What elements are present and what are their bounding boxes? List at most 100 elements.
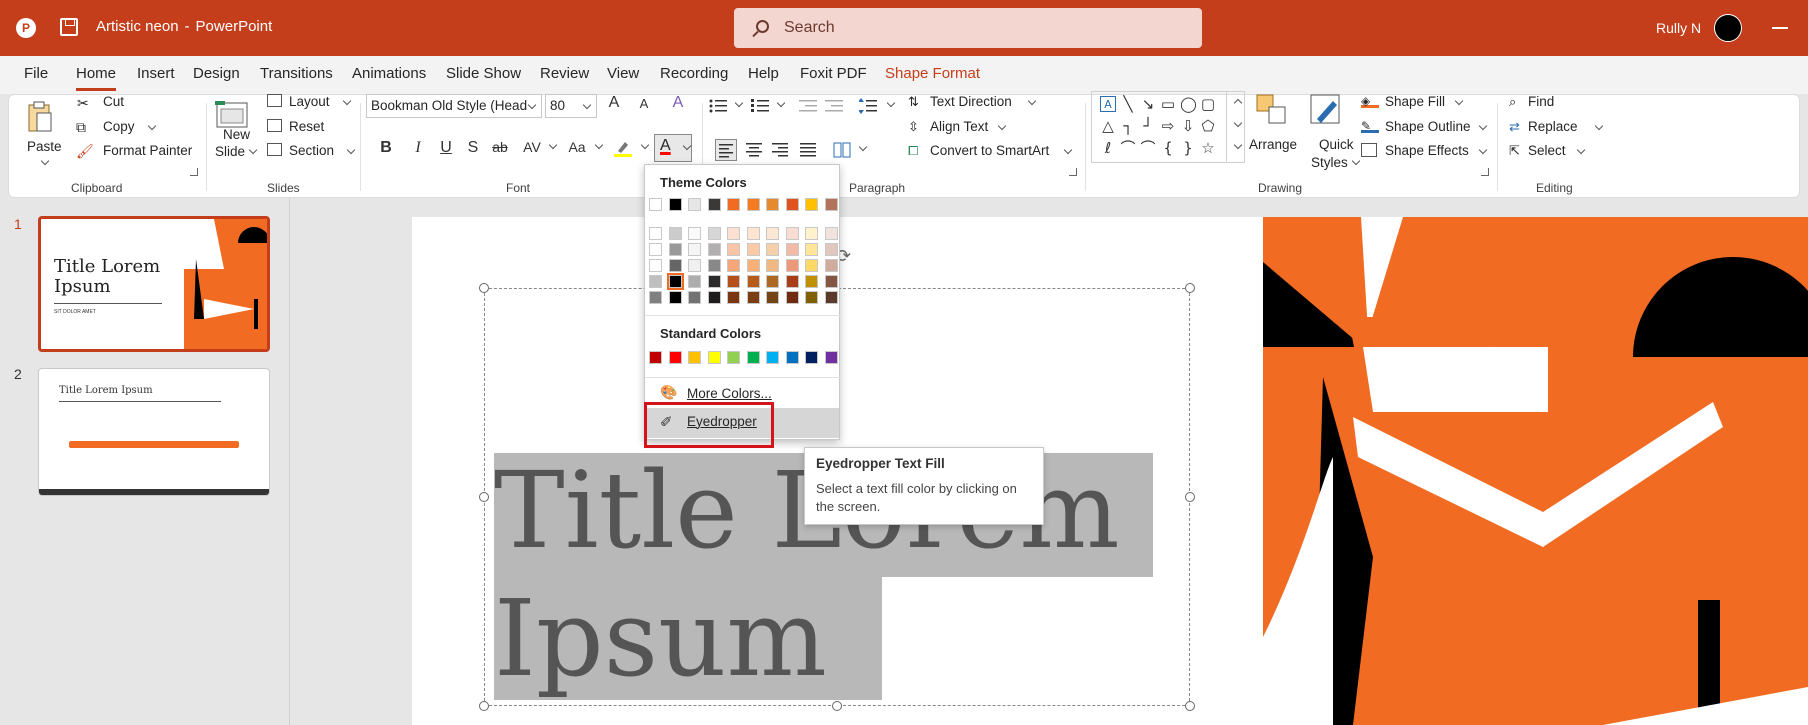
arrange-icon[interactable] — [1255, 93, 1289, 129]
standard-color-swatch[interactable] — [824, 351, 838, 364]
theme-color-tint-swatch[interactable] — [805, 259, 818, 272]
gallery-scroll[interactable] — [1226, 92, 1244, 162]
justify-icon[interactable] — [799, 141, 817, 159]
theme-color-tint-swatch[interactable] — [649, 275, 662, 288]
left-brace-shape-icon[interactable]: { — [1160, 140, 1176, 156]
arc-shape-icon[interactable]: ⌒ — [1120, 140, 1136, 156]
slide-thumbnail-1[interactable]: Title Lorem Ipsum SIT DOLOR AMET — [38, 216, 270, 352]
tab-transitions[interactable]: Transitions — [260, 65, 333, 82]
theme-color-tint-swatch[interactable] — [785, 227, 799, 240]
clear-formatting-icon[interactable]: A — [669, 94, 687, 112]
text-box-shape-icon[interactable]: A — [1100, 96, 1116, 112]
tab-animations[interactable]: Animations — [352, 65, 426, 82]
oval-shape-icon[interactable]: ◯ — [1180, 96, 1197, 112]
resize-handle[interactable] — [479, 283, 489, 293]
theme-color-tint-swatch[interactable] — [707, 259, 721, 272]
theme-color-tint-swatch[interactable] — [805, 291, 818, 304]
theme-color-tint-swatch[interactable] — [707, 243, 721, 256]
more-colors-item[interactable]: More Colors... — [687, 386, 772, 401]
theme-color-tint-swatch[interactable] — [785, 243, 799, 256]
new-slide-label-1[interactable]: New — [223, 127, 250, 142]
theme-color-tint-swatch[interactable] — [727, 291, 740, 304]
theme-color-tint-swatch[interactable] — [727, 243, 740, 256]
align-right-icon[interactable] — [771, 141, 789, 159]
tab-slide-show[interactable]: Slide Show — [446, 65, 521, 82]
theme-color-swatch[interactable] — [727, 198, 740, 211]
theme-color-tint-swatch[interactable] — [746, 259, 760, 272]
theme-color-tint-swatch[interactable] — [824, 227, 838, 240]
theme-color-tint-swatch[interactable] — [746, 243, 760, 256]
shapes-gallery[interactable]: A ╲ ↘ ▭ ◯ ▢ △ ┐ ┘ ⇨ ⇩ ⬠ ℓ ⌒ ⌒ { } ☆ — [1091, 91, 1245, 163]
theme-color-tint-swatch[interactable] — [766, 291, 779, 304]
theme-color-tint-swatch[interactable] — [824, 243, 838, 256]
paragraph-launcher-icon[interactable] — [1069, 168, 1077, 176]
bold-button[interactable]: B — [377, 139, 395, 157]
theme-color-tint-swatch[interactable] — [707, 275, 721, 288]
theme-color-tint-swatch[interactable] — [688, 275, 701, 288]
theme-color-tint-swatch[interactable] — [805, 243, 818, 256]
tab-help[interactable]: Help — [748, 65, 779, 82]
theme-color-tint-swatch[interactable] — [668, 243, 682, 256]
theme-color-tint-swatch[interactable] — [727, 227, 740, 240]
standard-color-swatch[interactable] — [805, 351, 818, 364]
tab-home[interactable]: Home — [76, 65, 117, 91]
down-arrow-shape-icon[interactable]: ⇩ — [1180, 118, 1196, 134]
minimize-icon[interactable] — [1772, 27, 1788, 29]
tab-insert[interactable]: Insert — [137, 65, 175, 82]
font-size-select[interactable]: 80 — [545, 94, 597, 118]
theme-color-tint-swatch[interactable] — [688, 227, 701, 240]
new-slide-button[interactable]: Slide — [215, 144, 258, 159]
theme-color-tint-swatch[interactable] — [668, 227, 682, 240]
align-center-icon[interactable] — [745, 141, 763, 159]
theme-color-tint-swatch[interactable] — [785, 291, 799, 304]
theme-color-swatch[interactable] — [688, 198, 701, 211]
theme-color-tint-swatch[interactable] — [824, 291, 838, 304]
resize-handle[interactable] — [1185, 701, 1195, 711]
theme-color-tint-swatch[interactable] — [688, 291, 701, 304]
standard-color-swatch[interactable] — [766, 351, 779, 364]
standard-color-swatch[interactable] — [746, 351, 760, 364]
arrange-button[interactable]: Arrange — [1249, 137, 1297, 152]
drawing-launcher-icon[interactable] — [1481, 168, 1489, 176]
elbow-connector-shape-icon[interactable]: ┐ — [1120, 118, 1136, 134]
tab-recording[interactable]: Recording — [660, 65, 728, 82]
arrow-line-shape-icon[interactable]: ↘ — [1140, 96, 1156, 112]
star-shape-icon[interactable]: ☆ — [1200, 140, 1216, 156]
search-box[interactable] — [734, 8, 1202, 48]
change-case-button[interactable]: Aa — [566, 139, 588, 155]
standard-color-swatch[interactable] — [688, 351, 701, 364]
line-spacing-icon[interactable] — [858, 98, 877, 116]
right-arrow-shape-icon[interactable]: ⇨ — [1160, 118, 1176, 134]
strikethrough-button[interactable]: ab — [491, 139, 509, 155]
theme-color-tint-swatch[interactable] — [649, 291, 662, 304]
slide-thumbnail-2[interactable]: Title Lorem Ipsum — [38, 368, 270, 496]
theme-color-tint-swatch[interactable] — [766, 259, 779, 272]
theme-color-tint-swatch[interactable] — [805, 275, 818, 288]
resize-handle[interactable] — [479, 701, 489, 711]
theme-color-tint-swatch[interactable] — [707, 291, 721, 304]
theme-color-tint-swatch[interactable] — [766, 275, 779, 288]
theme-color-tint-swatch[interactable] — [649, 259, 662, 272]
paste-icon[interactable] — [27, 101, 53, 135]
paste-dropdown[interactable] — [37, 155, 50, 170]
italic-button[interactable]: I — [409, 139, 427, 157]
rounded-rect-shape-icon[interactable]: ▢ — [1200, 96, 1216, 112]
theme-color-tint-swatch[interactable] — [785, 259, 799, 272]
theme-color-swatch[interactable] — [824, 198, 838, 211]
standard-color-swatch[interactable] — [668, 351, 682, 364]
line-shape-icon[interactable]: ╲ — [1120, 96, 1136, 112]
theme-color-swatch[interactable] — [766, 198, 779, 211]
resize-handle[interactable] — [479, 492, 489, 502]
resize-handle[interactable] — [832, 701, 842, 711]
save-icon[interactable] — [60, 18, 78, 36]
theme-color-tint-swatch[interactable] — [668, 259, 682, 272]
tab-view[interactable]: View — [607, 65, 639, 82]
theme-color-swatch[interactable] — [668, 198, 682, 211]
theme-color-swatch[interactable] — [805, 198, 818, 211]
curve-shape-icon[interactable]: ⌒ — [1140, 140, 1156, 156]
tab-design[interactable]: Design — [193, 65, 240, 82]
theme-color-swatch[interactable] — [746, 198, 760, 211]
decrease-indent-icon[interactable] — [799, 98, 817, 116]
quick-styles-icon[interactable] — [1309, 93, 1343, 129]
bullets-icon[interactable] — [709, 98, 727, 116]
